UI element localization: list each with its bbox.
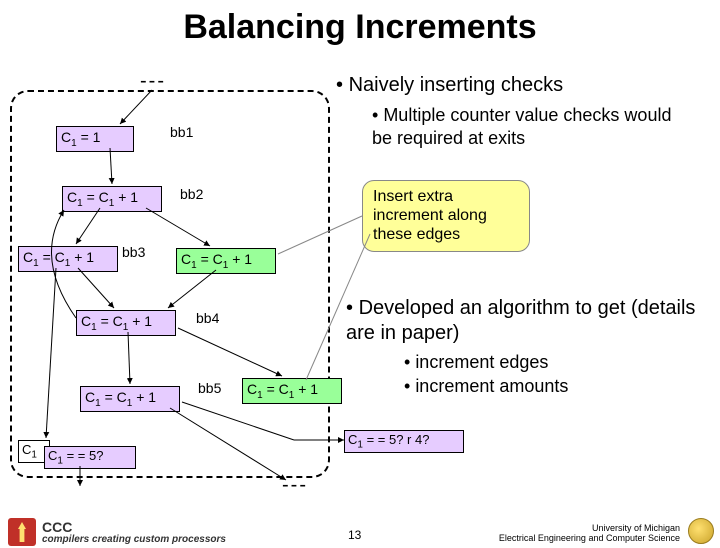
callout-line1: Insert extra <box>373 188 453 205</box>
node-check-5-r4: C1 = = 5? r 4? <box>344 430 464 453</box>
university-footer: University of Michigan Electrical Engine… <box>499 524 680 544</box>
logo-badge-icon <box>8 518 36 546</box>
bullet-inc-edges: increment edges <box>404 352 548 373</box>
label-bb5: bb5 <box>198 380 221 396</box>
bullet-multiple-checks: Multiple counter value checks would be r… <box>372 104 692 149</box>
footer-logo: CCC compilers creating custom processors <box>8 518 226 546</box>
logo-text: CCC compilers creating custom processors <box>42 520 226 545</box>
node-inc-bb4: C1 = C1 + 1 <box>76 310 176 336</box>
node-inc-bb3: C1 = C1 + 1 <box>18 246 118 272</box>
label-bb4: bb4 <box>196 310 219 326</box>
node-extra-inc-bb5: C1 = C1 + 1 <box>242 378 342 404</box>
callout-line3: these edges <box>373 226 460 243</box>
node-check-5: C1 = = 5? <box>44 446 136 469</box>
node-inc-bb2: C1 = C1 + 1 <box>62 186 162 212</box>
exit-dashes: --- <box>282 474 308 497</box>
university-seal-icon <box>688 518 714 544</box>
label-bb2: bb2 <box>180 186 203 202</box>
bullet-developed: Developed an algorithm to get (details a… <box>346 296 696 346</box>
node-extra-inc-right: C1 = C1 + 1 <box>176 248 276 274</box>
node-inc-bb5: C1 = C1 + 1 <box>80 386 180 412</box>
node-c1-eq-1: C1 = 1 <box>56 126 134 152</box>
callout-line2: increment along <box>373 207 487 224</box>
label-bb1: bb1 <box>170 124 193 140</box>
label-bb3: bb3 <box>122 244 145 260</box>
callout-insert-extra: Insert extra increment along these edges <box>362 180 530 252</box>
slide-title: Balancing Increments <box>0 8 720 47</box>
bullet-naive: Naively inserting checks <box>336 74 563 97</box>
bullet-inc-amounts: increment amounts <box>404 376 568 397</box>
